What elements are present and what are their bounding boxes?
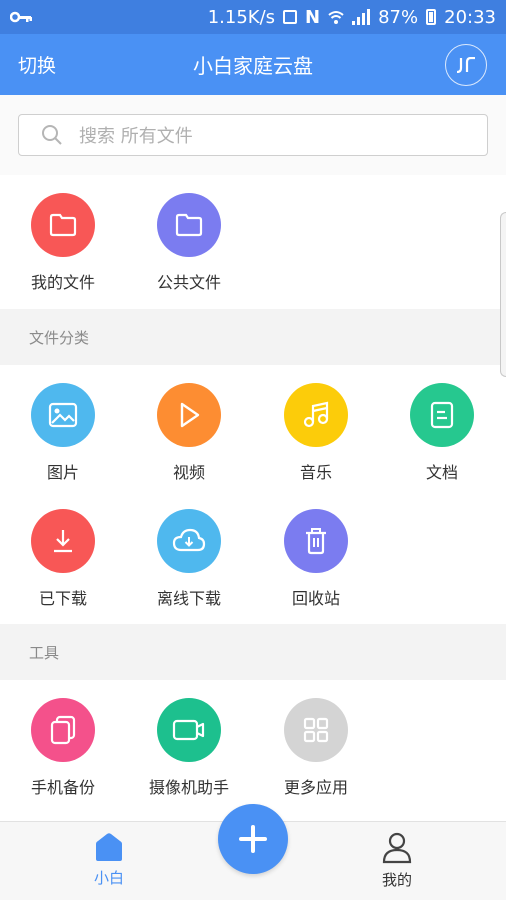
category-recycle-bin-label: 回收站 <box>291 589 340 608</box>
tab-me-label: 我的 <box>381 871 412 889</box>
avatar-logo-icon <box>456 57 475 73</box>
wifi-icon <box>328 9 344 25</box>
tool-camera-assistant[interactable]: 摄像机助手 <box>139 698 239 798</box>
category-recycle-bin-circle <box>284 509 348 573</box>
category-recycle-bin[interactable]: 回收站 <box>266 509 366 609</box>
folder-icon <box>175 213 203 237</box>
network-speed: 1.15K/s <box>207 6 276 28</box>
avatar[interactable] <box>445 44 487 86</box>
sim-icon <box>283 10 298 24</box>
download-icon <box>54 530 72 553</box>
key-icon <box>10 11 32 23</box>
categories-header: 文件分类 <box>0 309 506 365</box>
tool-phone-backup-circle <box>31 698 95 762</box>
category-videos[interactable]: 视频 <box>139 383 239 483</box>
category-documents[interactable]: 文档 <box>392 383 492 483</box>
files-section: 我的文件 公共文件 <box>0 175 506 309</box>
tool-more-apps[interactable]: 更多应用 <box>266 698 366 798</box>
category-downloaded-label: 已下载 <box>38 589 87 608</box>
category-offline-download-label: 离线下载 <box>156 589 221 608</box>
tools-section: 手机备份 摄像机助手 更多应用 <box>0 680 506 821</box>
switch-button[interactable]: 切换 <box>18 51 56 78</box>
search-icon <box>42 125 62 145</box>
status-bar: 1.15K/s N 87% 20:33 <box>0 0 506 34</box>
add-button[interactable] <box>218 804 288 874</box>
tool-phone-backup[interactable]: 手机备份 <box>13 698 113 798</box>
home-icon <box>96 833 122 861</box>
camera-icon <box>172 719 205 741</box>
clock: 20:33 <box>444 6 496 28</box>
backup-icon <box>50 715 76 745</box>
public-files-button[interactable]: 公共文件 <box>139 193 239 293</box>
trash-icon <box>306 528 326 555</box>
category-documents-label: 文档 <box>425 463 458 482</box>
tools-header: 工具 <box>0 624 506 680</box>
my-files-label: 我的文件 <box>30 273 95 292</box>
document-icon <box>430 401 454 429</box>
tool-more-apps-circle <box>284 698 348 762</box>
image-icon <box>48 402 78 428</box>
tab-home[interactable]: 小白 <box>69 832 149 888</box>
category-music[interactable]: 音乐 <box>266 383 366 483</box>
my-files-button[interactable]: 我的文件 <box>13 193 113 293</box>
category-images[interactable]: 图片 <box>13 383 113 483</box>
tab-home-label: 小白 <box>93 869 124 887</box>
tab-me[interactable]: 我的 <box>357 832 437 890</box>
music-icon <box>303 401 329 428</box>
category-images-circle <box>31 383 95 447</box>
public-files-label: 公共文件 <box>156 273 221 292</box>
nfc-icon: N <box>305 6 321 28</box>
search-input[interactable]: 搜索 所有文件 <box>18 114 488 156</box>
plus-icon <box>239 825 267 853</box>
grid-icon <box>303 717 329 743</box>
category-downloaded-circle <box>31 509 95 573</box>
search-area: 搜索 所有文件 <box>0 95 506 175</box>
category-offline-download-circle <box>157 509 221 573</box>
tool-phone-backup-label: 手机备份 <box>30 778 95 797</box>
tool-camera-assistant-label: 摄像机助手 <box>148 778 229 797</box>
categories-section: 图片 视频 音乐 文档 已下载 离线下载 回收站 <box>0 365 506 624</box>
play-icon <box>180 402 200 428</box>
category-documents-circle <box>410 383 474 447</box>
app-bar: 切换 小白家庭云盘 <box>0 34 506 95</box>
my-files-circle <box>31 193 95 257</box>
cloud-download-icon <box>172 528 206 552</box>
category-images-label: 图片 <box>46 463 79 482</box>
category-music-circle <box>284 383 348 447</box>
category-music-label: 音乐 <box>299 463 332 482</box>
category-videos-label: 视频 <box>172 463 205 482</box>
tool-more-apps-label: 更多应用 <box>283 778 348 797</box>
public-files-circle <box>157 193 221 257</box>
user-icon <box>382 832 412 864</box>
folder-icon <box>49 213 77 237</box>
battery-icon <box>426 9 437 25</box>
search-placeholder: 搜索 所有文件 <box>79 126 193 147</box>
edge-panel-handle[interactable] <box>500 212 506 377</box>
category-downloaded[interactable]: 已下载 <box>13 509 113 609</box>
category-videos-circle <box>157 383 221 447</box>
tool-camera-assistant-circle <box>157 698 221 762</box>
signal-icon <box>352 9 371 25</box>
battery-percent: 87% <box>378 6 419 28</box>
page-title: 小白家庭云盘 <box>193 54 313 78</box>
category-offline-download[interactable]: 离线下载 <box>139 509 239 609</box>
